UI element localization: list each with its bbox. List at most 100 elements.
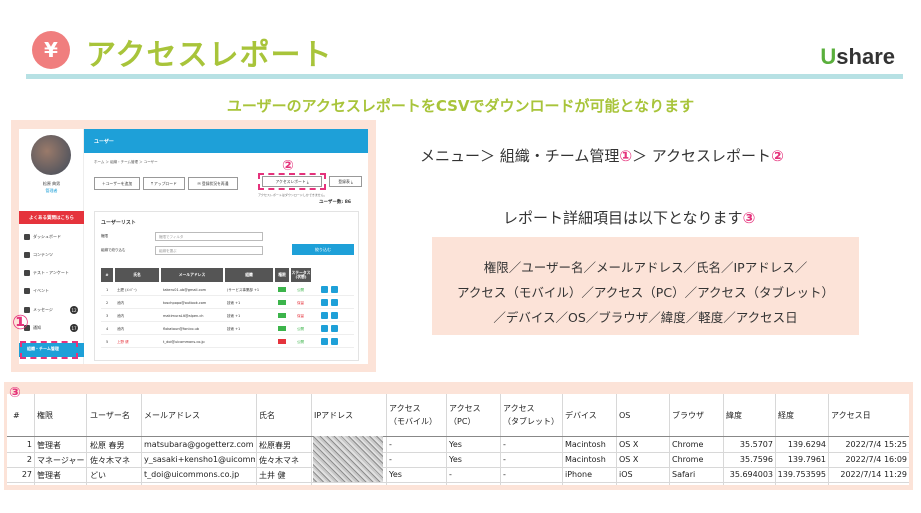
test-icon	[24, 270, 30, 276]
csv-cell: 1	[26, 440, 32, 449]
edit-icon[interactable]	[321, 286, 328, 293]
csv-cell: -	[503, 440, 506, 449]
user-name: 松原 典男	[42, 181, 61, 186]
csv-cell: 佐々木マネ	[259, 456, 299, 465]
dashboard-icon	[24, 234, 30, 240]
sidebar-item-contents[interactable]: コンテンツ	[24, 250, 82, 260]
csv-column-header: アクセス （PC）	[449, 404, 481, 426]
report-note: アクセスレポートはダウンロードしかできません。	[258, 193, 327, 197]
csv-cell: 管理者	[37, 471, 61, 480]
csv-cell: 土井 健	[259, 471, 286, 480]
csv-cell: 2022/7/14 11:29	[840, 470, 907, 479]
sidebar-item-notification[interactable]: 通知 17	[24, 323, 82, 333]
csv-column-header: アクセス日	[831, 411, 871, 420]
csv-cell: Yes	[389, 470, 402, 479]
sidebar-item-dashboard[interactable]: ダッシュボード	[24, 232, 82, 242]
user-role: 管理者	[45, 188, 58, 193]
table-row[interactable]: 5 上野 健 t_doi@uicommons.co.jp 公開	[101, 336, 354, 348]
column-header: 権限	[275, 268, 289, 282]
upload-button[interactable]: ⤒ アップロード	[143, 177, 185, 190]
csv-cell: 27	[21, 470, 32, 479]
column-header: ステータス(状態)	[291, 268, 311, 282]
csv-cell: -	[449, 470, 452, 479]
delete-icon[interactable]	[331, 338, 338, 345]
csv-cell: 2022/7/4 16:09	[845, 455, 907, 464]
csv-column-header: #	[13, 411, 20, 420]
register-list-button[interactable]: 登録表 ⤓	[329, 176, 362, 187]
csv-cell: Chrome	[672, 440, 704, 449]
avatar[interactable]	[31, 135, 71, 175]
filter-org-label: 組織で絞り込む	[101, 248, 126, 252]
sidebar-item-test[interactable]: テスト・アンケート	[24, 268, 82, 278]
column-header: 組織	[225, 268, 273, 282]
ushare-logo: Ushare	[820, 44, 895, 69]
csv-column-header: デバイス	[565, 411, 597, 420]
ip-address-redacted	[313, 436, 383, 482]
column-header: #	[101, 268, 113, 282]
csv-column-header: ユーザー名	[90, 411, 130, 420]
page-title: アクセスレポート	[86, 38, 333, 73]
table-row[interactable]: 2 池内 toschpopo@outlook.com 技術 +1 保留	[101, 297, 354, 309]
add-user-button[interactable]: ＋ユーザーを追加	[94, 177, 140, 190]
table-row[interactable]: 1 土肥 (ﾒﾝﾊﾞｰ) takeru01.ub@gmail.com (サービス事業部…	[101, 284, 354, 296]
table-row[interactable]: 4 池内 flokatoun@fonico.ub 技術 +1 公開	[101, 323, 354, 335]
csv-cell: -	[503, 455, 506, 464]
contents-icon	[24, 252, 30, 258]
delete-icon[interactable]	[331, 286, 338, 293]
csv-cell: 2	[26, 455, 32, 464]
delete-icon[interactable]	[331, 325, 338, 332]
table-row[interactable]: 3 池内 makimuraLit@alpen.ch 技術 +1 保留	[101, 310, 354, 322]
csv-cell: Macintosh	[565, 440, 606, 449]
filter-role-label: 権限	[101, 234, 108, 238]
csv-column-header: 権限	[37, 411, 53, 420]
edit-icon[interactable]	[321, 299, 328, 306]
csv-cell: 松原 春男	[90, 441, 125, 450]
report-items-line: アクセス（モバイル）／アクセス（PC）／アクセス（タブレット）	[457, 285, 834, 300]
user-list-title: ユーザーリスト	[101, 220, 136, 226]
delete-icon[interactable]	[331, 299, 338, 306]
notification-count-badge: 17	[70, 324, 78, 332]
breadcrumb: ホーム ＞ 組織・チーム管理 ＞ ユーザー	[94, 160, 158, 164]
csv-cell: 松原春男	[259, 441, 291, 450]
edit-icon[interactable]	[321, 338, 328, 345]
csv-cell: 139.753595	[777, 470, 826, 479]
edit-icon[interactable]	[321, 325, 328, 332]
csv-cell: OS X	[619, 455, 639, 464]
callout-3: ③	[9, 385, 21, 401]
csv-column-header: 氏名	[259, 411, 275, 420]
csv-column-header: OS	[619, 411, 631, 420]
csv-cell: 佐々木マネ	[90, 456, 130, 465]
callout-1: ①	[12, 310, 29, 334]
faq-button[interactable]: よくある質問はこちら	[19, 211, 84, 224]
csv-cell: 管理者	[37, 441, 61, 450]
csv-cell: 35.7596	[739, 455, 773, 464]
filter-org-select[interactable]: 組織を選ぶ	[155, 246, 263, 255]
edit-icon[interactable]	[321, 312, 328, 319]
user-count: ユーザー数: 86	[319, 200, 352, 205]
csv-cell: 35.694003	[729, 470, 773, 479]
header-divider	[26, 74, 903, 79]
sidebar-item-event[interactable]: イベント	[24, 286, 82, 296]
csv-cell: Yes	[449, 455, 462, 464]
highlight-access-report	[258, 173, 326, 190]
csv-column-header: アクセス （モバイル）	[389, 404, 437, 426]
delete-icon[interactable]	[331, 312, 338, 319]
resend-button[interactable]: ✉ 登録状況を再通	[188, 177, 238, 190]
column-header: メールアドレス	[161, 268, 223, 282]
csv-column-header: 緯度	[726, 411, 742, 420]
report-items-line: 権限／ユーザー名／メールアドレス／氏名／IPアドレス／	[483, 260, 808, 275]
csv-cell: どい	[90, 471, 106, 480]
user-list-panel: ユーザーリスト 権限 権限でフィルタ 組織で絞り込む 組織を選ぶ 絞り込む # …	[94, 211, 359, 361]
event-icon	[24, 288, 30, 294]
csv-cell: iPhone	[565, 470, 593, 479]
csv-cell: 35.5707	[739, 440, 773, 449]
app-screenshot-panel: 松原 典男 管理者 よくある質問はこちら ダッシュボード コンテンツ テスト・ア…	[11, 120, 376, 372]
csv-cell: Safari	[672, 470, 696, 479]
detail-heading: レポート詳細項目は以下となります③	[503, 209, 756, 227]
sidebar-item-message[interactable]: メッセージ 12	[24, 305, 82, 315]
report-items-line: ／デバイス／OS／ブラウザ／緯度／軽度／アクセス日	[493, 310, 798, 325]
app-screenshot: 松原 典男 管理者 よくある質問はこちら ダッシュボード コンテンツ テスト・ア…	[19, 129, 368, 364]
subtitle: ユーザーのアクセスレポートをCSVでダウンロードが可能となります	[226, 97, 695, 115]
filter-role-input[interactable]: 権限でフィルタ	[155, 232, 263, 241]
filter-button[interactable]: 絞り込む	[292, 244, 354, 255]
